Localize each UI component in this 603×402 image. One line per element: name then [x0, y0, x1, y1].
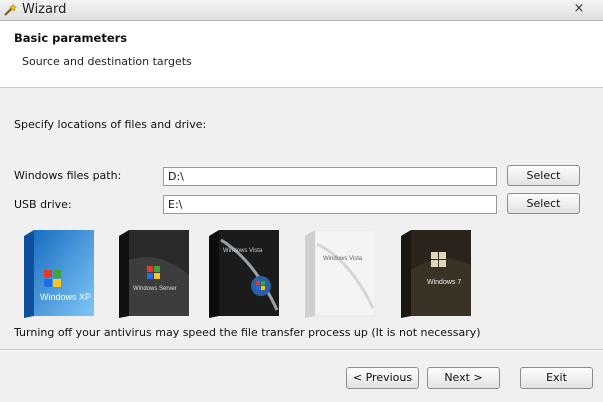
- windows-server-box-label: Windows Server: [133, 286, 177, 292]
- close-icon[interactable]: ×: [571, 1, 587, 17]
- footer-divider: [0, 349, 603, 351]
- previous-button[interactable]: < Previous: [346, 367, 419, 389]
- next-button[interactable]: Next >: [427, 367, 500, 389]
- windows-7-box-image: Windows 7: [401, 230, 471, 318]
- page-subtitle: Source and destination targets: [22, 55, 192, 68]
- page-title: Basic parameters: [14, 31, 128, 45]
- select-windows-path-button[interactable]: Select: [507, 165, 580, 186]
- usb-drive-input[interactable]: E:\: [163, 195, 497, 214]
- windows-server-box-image: Windows Server: [119, 230, 189, 318]
- title-bar: Wizard ×: [0, 0, 603, 21]
- windows-vista-home-box-label: Windows Vista: [323, 256, 363, 262]
- usb-drive-label: USB drive:: [14, 198, 72, 211]
- windows-7-box-label: Windows 7: [427, 279, 461, 286]
- header-panel: Basic parameters Source and destination …: [0, 21, 603, 88]
- windows-vista-box-label: Windows Vista: [223, 248, 263, 254]
- windows-path-label: Windows files path:: [14, 169, 122, 182]
- wizard-wand-icon: [4, 3, 17, 16]
- window-title: Wizard: [22, 2, 67, 17]
- exit-button[interactable]: Exit: [520, 367, 593, 389]
- windows-xp-box-label: Windows XP: [40, 292, 91, 302]
- windows-path-input[interactable]: D:\: [163, 167, 497, 186]
- windows-xp-box-image: Windows XP: [24, 230, 94, 318]
- windows-vista-home-box-image: Windows Vista: [305, 230, 375, 318]
- windows-vista-box-image: Windows Vista: [209, 230, 279, 318]
- select-usb-drive-button[interactable]: Select: [507, 193, 580, 214]
- antivirus-note: Turning off your antivirus may speed the…: [14, 326, 481, 339]
- instruction-text: Specify locations of files and drive:: [14, 118, 207, 131]
